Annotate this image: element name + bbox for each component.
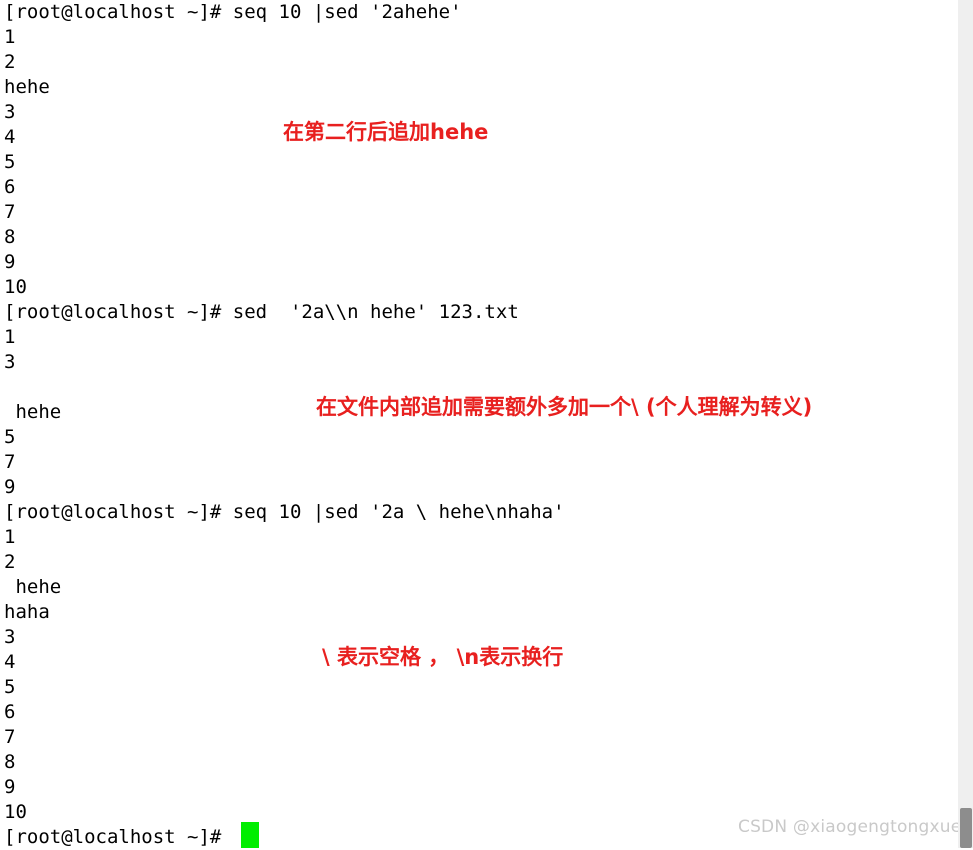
terminal-output-line: 1 — [4, 526, 16, 548]
terminal-output-line: 6 — [4, 176, 16, 198]
terminal-output-line: 9 — [4, 251, 16, 273]
terminal-output-line: 4 — [4, 126, 16, 148]
terminal-output-line: 10 — [4, 276, 27, 298]
terminal-output-line: 5 — [4, 426, 16, 448]
terminal-output-line: 7 — [4, 201, 16, 223]
terminal-output-line: 1 — [4, 326, 16, 348]
terminal-output-line: 8 — [4, 226, 16, 248]
terminal-output-line: 5 — [4, 676, 16, 698]
terminal-output-line: hehe — [4, 401, 62, 423]
watermark-csdn: CSDN @xiaogengtongxue — [738, 817, 962, 837]
terminal-output-line: 2 — [4, 551, 16, 573]
terminal-output-line: 3 — [4, 351, 16, 373]
vertical-scrollbar-track[interactable] — [958, 0, 973, 848]
terminal-output-line: haha — [4, 601, 50, 623]
terminal-output-line: 5 — [4, 151, 16, 173]
terminal-command-line: [root@localhost ~]# — [4, 826, 233, 848]
terminal-output-line: 6 — [4, 701, 16, 723]
terminal-output-line: 7 — [4, 451, 16, 473]
terminal-output-line: 3 — [4, 101, 16, 123]
terminal-output-line: 4 — [4, 651, 16, 673]
terminal-output-line: 1 — [4, 26, 16, 48]
terminal-output-line: hehe — [4, 76, 50, 98]
terminal-command-line: [root@localhost ~]# sed '2a\\n hehe' 123… — [4, 301, 519, 323]
annotation-append-after-line-2: 在第二行后追加hehe — [283, 120, 489, 144]
terminal-output-line: hehe — [4, 576, 62, 598]
terminal-output-line: 9 — [4, 476, 16, 498]
terminal-command-line: [root@localhost ~]# seq 10 |sed '2ahehe' — [4, 1, 462, 23]
vertical-scrollbar-thumb[interactable] — [960, 808, 972, 848]
terminal-output-line: 3 — [4, 626, 16, 648]
terminal-output-line: 9 — [4, 776, 16, 798]
annotation-escape-inside-file: 在文件内部追加需要额外多加一个\ (个人理解为转义) — [316, 395, 813, 419]
terminal-cursor — [241, 822, 259, 848]
terminal-output-line: 10 — [4, 801, 27, 823]
annotation-space-and-newline: \ 表示空格 ， \n表示换行 — [322, 645, 564, 669]
terminal-output-line: 2 — [4, 51, 16, 73]
terminal-command-line: [root@localhost ~]# seq 10 |sed '2a \ he… — [4, 501, 565, 523]
terminal-output-line: 8 — [4, 751, 16, 773]
terminal-output-line: 7 — [4, 726, 16, 748]
